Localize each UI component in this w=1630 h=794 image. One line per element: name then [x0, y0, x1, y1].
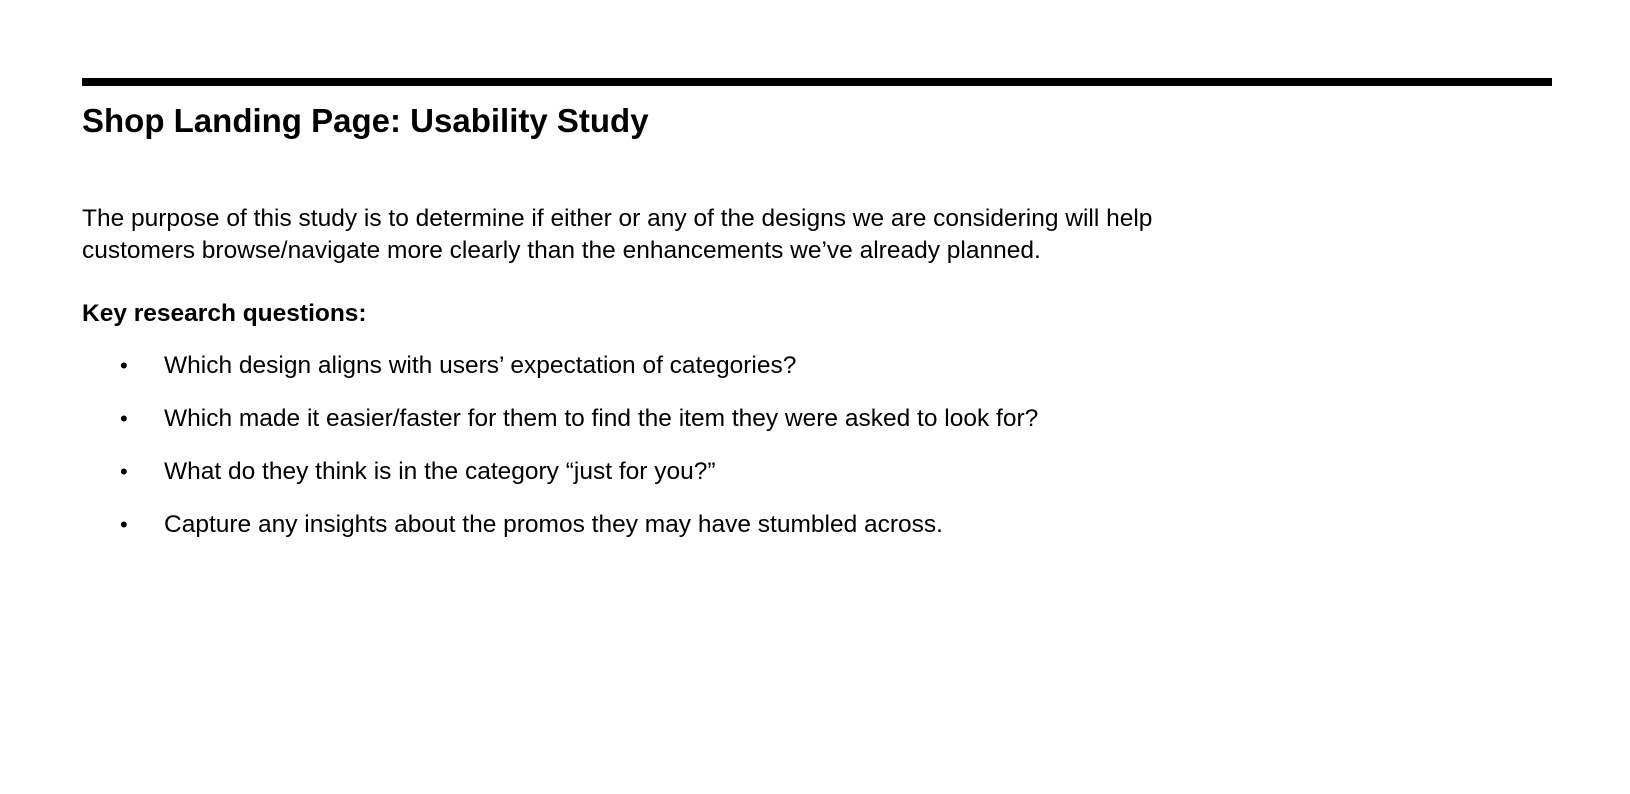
question-text: Capture any insights about the promos th… [164, 511, 943, 538]
question-text: Which made it easier/faster for them to … [164, 405, 1039, 432]
bullet-icon: • [120, 353, 128, 378]
bullet-icon: • [120, 406, 128, 431]
list-item: • Which made it easier/faster for them t… [82, 403, 1382, 456]
list-item: • Capture any insights about the promos … [82, 509, 1382, 562]
question-text: Which design aligns with users’ expectat… [164, 352, 797, 379]
intro-paragraph: The purpose of this study is to determin… [82, 203, 1282, 267]
intro-line-2: customers browse/navigate more clearly t… [82, 237, 1041, 264]
question-text: What do they think is in the category “j… [164, 458, 716, 485]
top-divider [82, 78, 1552, 86]
page-title: Shop Landing Page: Usability Study [82, 102, 649, 139]
bullet-icon: • [120, 512, 128, 537]
list-item: • What do they think is in the category … [82, 456, 1382, 509]
bullet-icon: • [120, 459, 128, 484]
list-item: • Which design aligns with users’ expect… [82, 350, 1382, 403]
section-heading: Key research questions: [82, 300, 367, 327]
research-question-list: • Which design aligns with users’ expect… [82, 350, 1382, 562]
intro-line-1: The purpose of this study is to determin… [82, 205, 1153, 232]
document-page: Shop Landing Page: Usability Study The p… [0, 0, 1630, 794]
